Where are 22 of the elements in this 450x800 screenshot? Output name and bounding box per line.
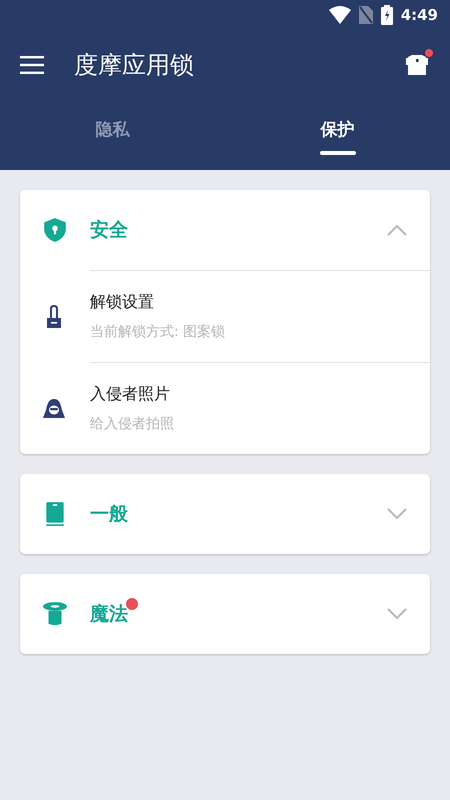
section-title[interactable]: 魔法 — [90, 601, 128, 627]
chevron-down-icon[interactable] — [386, 607, 408, 621]
item-title[interactable]: 解锁设置 — [90, 292, 226, 313]
tab[interactable]: 保护 — [225, 100, 450, 170]
shield-icon — [42, 217, 68, 243]
item-subtitle: 给入侵者拍照 — [90, 415, 174, 433]
battery-charging-icon — [380, 5, 393, 25]
tab[interactable]: 隐私 — [0, 100, 225, 170]
chevron-down-icon[interactable] — [386, 507, 408, 521]
section-title[interactable]: 安全 — [90, 217, 128, 243]
item-title[interactable]: 入侵者照片 — [90, 384, 174, 405]
app-title: 度摩应用锁 — [74, 50, 195, 81]
item-subtitle: 当前解锁方式: 图案锁 — [90, 323, 226, 341]
wifi-icon — [328, 6, 351, 24]
shirt-button[interactable] — [404, 52, 430, 78]
section-title[interactable]: 一般 — [90, 501, 128, 527]
hooded-figure-icon — [42, 396, 66, 420]
chevron-up-icon[interactable] — [386, 223, 408, 237]
no-sim-icon — [358, 6, 373, 24]
menu-icon[interactable] — [20, 55, 46, 75]
status-time: 4:49 — [400, 6, 438, 24]
hat-icon — [42, 601, 68, 627]
